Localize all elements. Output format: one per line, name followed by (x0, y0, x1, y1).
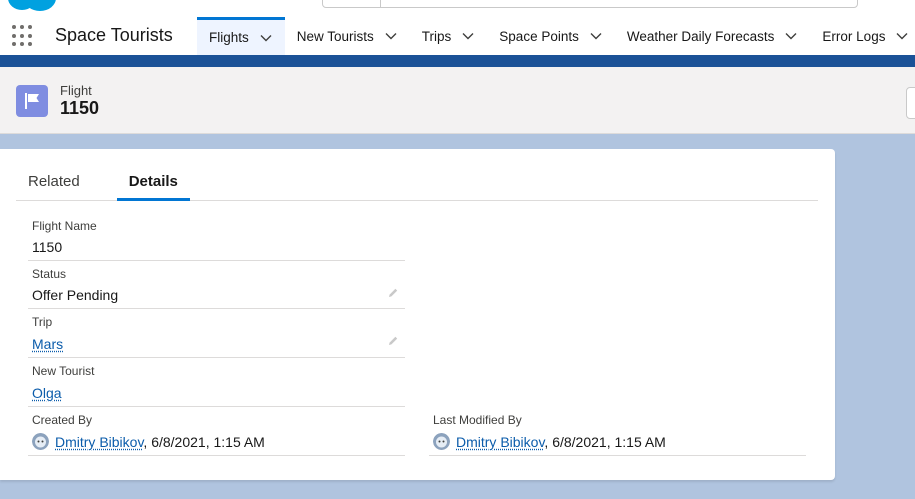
chevron-down-icon[interactable] (895, 29, 909, 43)
salesforce-logo-icon[interactable] (6, 0, 58, 12)
nav-item-flights[interactable]: Flights (197, 17, 285, 55)
record-object-label: Flight (60, 83, 92, 98)
created-by-user-link[interactable]: Dmitry Bibikov (55, 434, 143, 450)
flag-icon (16, 85, 48, 117)
record-tabs: Related Details (16, 165, 818, 201)
nav-item-label: Space Points (499, 29, 579, 44)
field-trip: Trip Mars (28, 309, 405, 358)
brand-band (0, 55, 915, 67)
nav-item-label: New Tourists (297, 29, 374, 44)
field-last-modified-by: Last Modified By Dmitry Bibikov, 6/8/202… (429, 407, 806, 456)
field-label: New Tourist (32, 364, 94, 378)
global-search-input[interactable] (322, 0, 858, 8)
app-name: Space Tourists (55, 25, 173, 46)
field-value: Dmitry Bibikov, 6/8/2021, 1:15 AM (433, 433, 666, 450)
global-header: Space Tourists Flights New Tourists Trip… (0, 0, 915, 55)
field-label: Status (32, 267, 66, 281)
field-label: Trip (32, 315, 52, 329)
edit-pencil-icon[interactable] (387, 335, 399, 347)
tab-related[interactable]: Related (16, 165, 92, 201)
app-launcher-icon[interactable] (12, 25, 34, 47)
field-label: Last Modified By (433, 413, 522, 427)
last-modified-date: , 6/8/2021, 1:15 AM (544, 434, 665, 450)
last-modified-by-user-link[interactable]: Dmitry Bibikov (456, 434, 544, 450)
user-avatar-icon (433, 433, 450, 450)
chevron-down-icon[interactable] (259, 31, 273, 45)
field-status: Status Offer Pending (28, 261, 405, 309)
nav-item-space-points[interactable]: Space Points (487, 17, 615, 55)
chevron-down-icon[interactable] (461, 29, 475, 43)
record-action-button[interactable] (906, 87, 915, 119)
nav-item-new-tourists[interactable]: New Tourists (285, 17, 410, 55)
field-created-by: Created By Dmitry Bibikov, 6/8/2021, 1:1… (28, 407, 405, 456)
field-value: Olga (32, 385, 62, 401)
user-avatar-icon (32, 433, 49, 450)
nav-item-label: Weather Daily Forecasts (627, 29, 775, 44)
record-title: 1150 (60, 98, 99, 119)
edit-pencil-icon[interactable] (387, 287, 399, 299)
chevron-down-icon[interactable] (784, 29, 798, 43)
record-detail-card: Related Details Flight Name 1150 Status … (0, 149, 835, 480)
nav-bar: Flights New Tourists Trips Space Points … (197, 17, 915, 55)
nav-item-label: Error Logs (822, 29, 885, 44)
chevron-down-icon[interactable] (589, 29, 603, 43)
tab-details[interactable]: Details (117, 165, 190, 201)
field-label: Created By (32, 413, 92, 427)
field-flight-name: Flight Name 1150 (28, 211, 405, 261)
trip-link[interactable]: Mars (32, 336, 63, 352)
search-scope-divider (380, 0, 381, 8)
field-value: Dmitry Bibikov, 6/8/2021, 1:15 AM (32, 433, 265, 450)
nav-item-weather-daily-forecasts[interactable]: Weather Daily Forecasts (615, 17, 811, 55)
new-tourist-link[interactable]: Olga (32, 385, 62, 401)
field-value: 1150 (32, 239, 62, 255)
field-value: Offer Pending (32, 287, 118, 303)
nav-item-label: Trips (422, 29, 452, 44)
nav-item-trips[interactable]: Trips (410, 17, 488, 55)
field-label: Flight Name (32, 219, 97, 233)
chevron-down-icon[interactable] (384, 29, 398, 43)
field-value: Mars (32, 336, 63, 352)
nav-item-error-logs[interactable]: Error Logs (810, 17, 915, 55)
created-date: , 6/8/2021, 1:15 AM (143, 434, 264, 450)
nav-item-label: Flights (209, 30, 249, 45)
record-header: Flight 1150 (0, 67, 915, 134)
field-new-tourist: New Tourist Olga (28, 358, 405, 407)
